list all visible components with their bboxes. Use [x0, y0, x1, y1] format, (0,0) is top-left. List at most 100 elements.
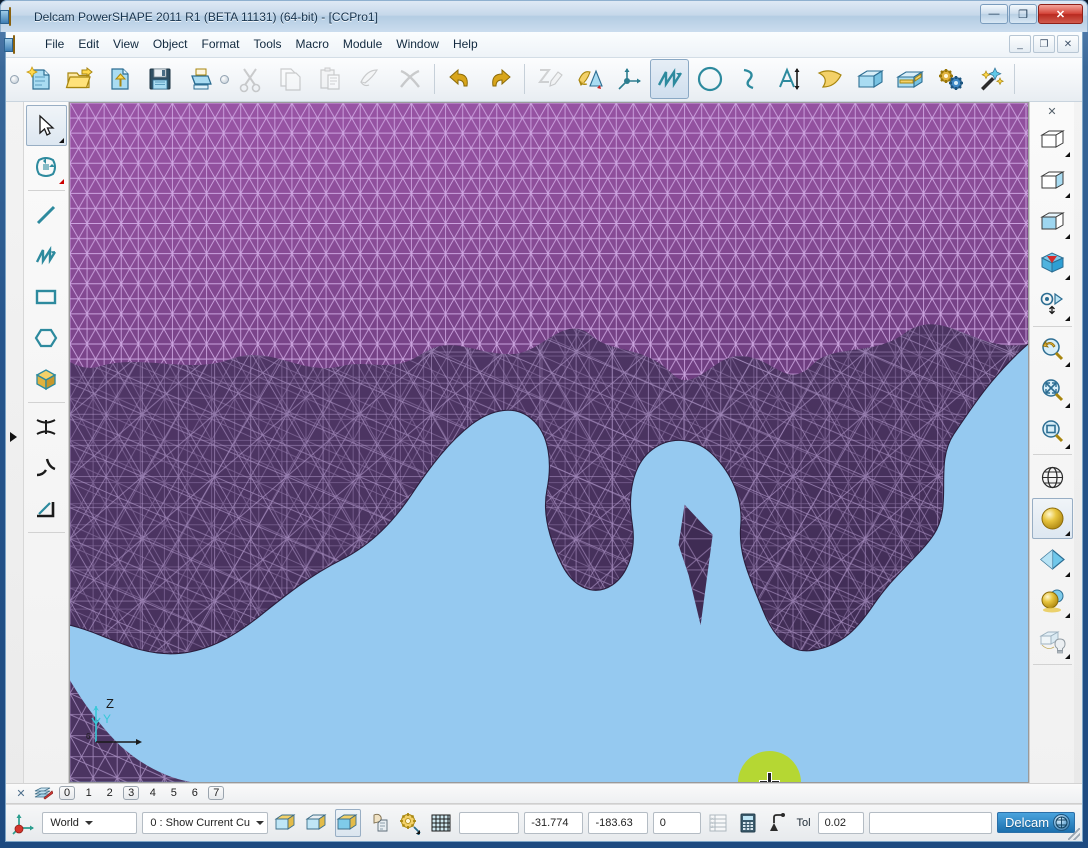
- level-5[interactable]: 5: [166, 787, 181, 799]
- view-direction-button[interactable]: [1032, 283, 1073, 324]
- window-maximize-button[interactable]: ❐: [1009, 4, 1037, 24]
- annotation-button[interactable]: [770, 59, 809, 99]
- chevron-down-icon-2[interactable]: [256, 820, 264, 825]
- resize-view-button[interactable]: [1032, 329, 1073, 370]
- level-7[interactable]: 7: [208, 786, 225, 801]
- arc-button[interactable]: [690, 59, 729, 99]
- z-coordinate-field[interactable]: 0: [652, 811, 701, 834]
- line-wireframe-button[interactable]: [650, 59, 689, 100]
- view-down-z-dropdown-icon[interactable]: [1064, 275, 1070, 280]
- view-iso2-button[interactable]: [1032, 160, 1073, 201]
- import-button[interactable]: [100, 59, 139, 99]
- y-coordinate-field[interactable]: -183.63: [588, 811, 648, 834]
- view-iso3-dropdown-icon[interactable]: [1064, 234, 1070, 239]
- level-select[interactable]: 0 : Show Current Cu: [142, 811, 268, 834]
- menu-tools[interactable]: Tools: [247, 34, 289, 54]
- shaded-dropdown-icon[interactable]: [1064, 531, 1070, 536]
- toolbar-grip-1[interactable]: [10, 59, 19, 99]
- menu-module[interactable]: Module: [336, 34, 389, 54]
- blank-except-button[interactable]: [304, 809, 330, 837]
- 3d-viewport[interactable]: Z Y 6: [69, 102, 1029, 783]
- x-coordinate-field[interactable]: -31.774: [524, 811, 584, 834]
- view-iso2-dropdown-icon[interactable]: [1064, 193, 1070, 198]
- view-iso1-dropdown-icon[interactable]: [1064, 152, 1070, 157]
- menu-help[interactable]: Help: [446, 34, 485, 54]
- window-minimize-button[interactable]: —: [980, 4, 1008, 24]
- wireframe-shading-button[interactable]: [1032, 457, 1073, 498]
- mdi-minimize-button[interactable]: _: [1009, 35, 1031, 53]
- paste-button[interactable]: [310, 59, 349, 99]
- undo-button[interactable]: [440, 59, 479, 99]
- workplane-axes-icon[interactable]: [11, 810, 37, 836]
- sketch-button[interactable]: [530, 59, 569, 99]
- calculator-icon[interactable]: [735, 809, 760, 837]
- solid-button[interactable]: [850, 59, 889, 99]
- chevron-down-icon[interactable]: [84, 820, 93, 825]
- zoom-box-dropdown-icon[interactable]: [1064, 444, 1070, 449]
- rectangle-tool[interactable]: [26, 276, 67, 317]
- line-tool[interactable]: [26, 194, 67, 235]
- menu-format[interactable]: Format: [195, 34, 247, 54]
- unblank-selected-button[interactable]: [366, 809, 392, 837]
- menu-window[interactable]: Window: [389, 34, 446, 54]
- menu-file[interactable]: File: [38, 34, 71, 54]
- window-close-button[interactable]: ✕: [1038, 4, 1083, 24]
- mdi-close-button[interactable]: ✕: [1057, 35, 1079, 53]
- zoom-extents-dropdown-icon[interactable]: [1064, 403, 1070, 408]
- view-iso3-button[interactable]: [1032, 201, 1073, 242]
- transparent-shading-button[interactable]: [1032, 539, 1073, 580]
- lighting-dropdown-icon[interactable]: [1064, 654, 1070, 659]
- tolerance-icon[interactable]: [765, 809, 790, 837]
- mdi-restore-button[interactable]: ❐: [1033, 35, 1055, 53]
- corner-tool[interactable]: [26, 488, 67, 529]
- powershape-document-icon[interactable]: [13, 35, 29, 55]
- expand-panel-arrow-icon[interactable]: [10, 432, 17, 442]
- menu-view[interactable]: View: [106, 34, 146, 54]
- transparent-shading-dropdown-icon[interactable]: [1064, 572, 1070, 577]
- shaded-button[interactable]: [1031, 498, 1073, 539]
- polygon-tool[interactable]: [26, 317, 67, 358]
- print-button[interactable]: [180, 59, 219, 99]
- material-dropdown-icon[interactable]: [1064, 613, 1070, 618]
- workplane-button[interactable]: [610, 59, 649, 99]
- paste-special-button[interactable]: [350, 59, 389, 99]
- delete-button[interactable]: [390, 59, 429, 99]
- bounds-tool[interactable]: [26, 406, 67, 447]
- command-input[interactable]: [868, 811, 992, 834]
- view-direction-dropdown-icon[interactable]: [1064, 316, 1070, 321]
- menu-edit[interactable]: Edit: [71, 34, 106, 54]
- selection-options-dropdown-icon[interactable]: [416, 829, 420, 834]
- resize-view-dropdown-icon[interactable]: [1064, 362, 1070, 367]
- view-down-z-button[interactable]: [1032, 242, 1073, 283]
- zoom-extents-button[interactable]: [1032, 370, 1073, 411]
- cut-button[interactable]: [230, 59, 269, 99]
- view-iso1-button[interactable]: [1032, 119, 1073, 160]
- grid-toggle-button[interactable]: [428, 809, 454, 837]
- assembly-button[interactable]: [930, 59, 969, 99]
- continuous-line-tool[interactable]: [26, 235, 67, 276]
- view-toolbar-close-button[interactable]: ✕: [1032, 103, 1073, 119]
- menu-object[interactable]: Object: [146, 34, 195, 54]
- surface-button[interactable]: [570, 59, 609, 99]
- surface-create-button[interactable]: [810, 59, 849, 99]
- curve-button[interactable]: [730, 59, 769, 99]
- menu-macro[interactable]: Macro: [289, 34, 336, 54]
- redo-button[interactable]: [480, 59, 519, 99]
- select-tool[interactable]: [25, 105, 67, 146]
- tolerance-field[interactable]: 0.02: [817, 811, 864, 834]
- open-model-button[interactable]: [60, 59, 99, 99]
- level-4[interactable]: 4: [145, 787, 160, 799]
- solid-feature-button[interactable]: [890, 59, 929, 99]
- level-2[interactable]: 2: [102, 787, 117, 799]
- properties-list-icon[interactable]: X Y Z: [706, 809, 731, 837]
- effects-button[interactable]: [970, 59, 1009, 99]
- position-input[interactable]: [459, 811, 520, 834]
- box-tool[interactable]: [26, 358, 67, 399]
- levels-icon[interactable]: [34, 786, 53, 801]
- lighting-button[interactable]: [1032, 621, 1073, 662]
- unblank-button[interactable]: [335, 808, 361, 837]
- level-1[interactable]: 1: [81, 787, 96, 799]
- save-button[interactable]: [140, 59, 179, 99]
- zoom-box-button[interactable]: [1032, 411, 1073, 452]
- resize-grip[interactable]: [1068, 828, 1080, 840]
